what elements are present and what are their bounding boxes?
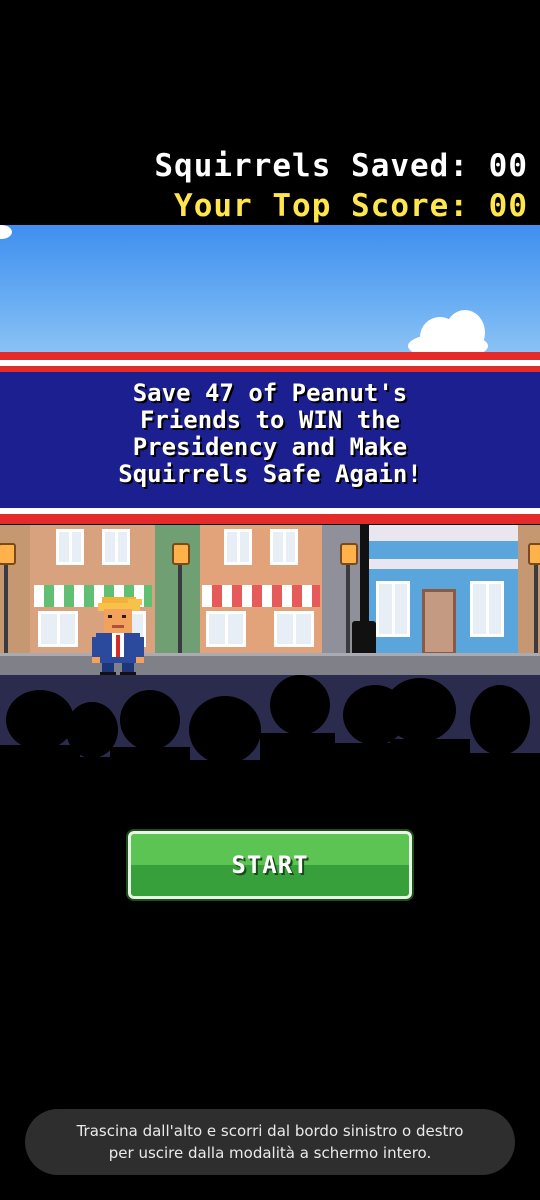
banner-stripe: [0, 514, 540, 524]
top-score-counter: Your Top Score: 00: [174, 188, 528, 224]
mission-text-line: Friends to WIN the: [139, 406, 401, 434]
street-lamp: [178, 555, 182, 655]
sky-background: [0, 225, 540, 359]
lamp-light-icon: [528, 543, 540, 565]
shop-awning: [202, 585, 320, 607]
toast-line: Trascina dall'alto e scorri dal bordo si…: [76, 1122, 464, 1140]
fullscreen-hint-toast: Trascina dall'alto e scorri dal bordo si…: [25, 1109, 515, 1175]
banner-stripe: [0, 352, 540, 360]
street-lamp: [534, 555, 538, 655]
street-lamp: [346, 555, 350, 655]
start-button[interactable]: START: [128, 831, 412, 899]
door: [422, 589, 456, 655]
street-scene: [0, 525, 540, 675]
mission-text-line: Squirrels Safe Again!: [118, 460, 422, 488]
mission-text-line: Save 47 of Peanut's: [132, 379, 408, 407]
mission-banner: Save 47 of Peanut's Friends to WIN the P…: [0, 352, 540, 528]
building: [200, 525, 322, 655]
lamp-light-icon: [340, 543, 358, 565]
player-character: [92, 597, 144, 677]
squirrels-saved-counter: Squirrels Saved: 00: [154, 148, 528, 184]
sidewalk: [0, 653, 540, 675]
street-lamp: [4, 555, 8, 655]
black-pole: [360, 525, 369, 635]
mission-text: Save 47 of Peanut's Friends to WIN the P…: [30, 380, 510, 488]
building: [368, 525, 518, 655]
lamp-light-icon: [172, 543, 190, 565]
mission-text-line: Presidency and Make: [132, 433, 408, 461]
lamp-light-icon: [0, 543, 16, 565]
toast-line: per uscire dalla modalità a schermo inte…: [108, 1144, 432, 1162]
crowd-silhouette: [0, 675, 540, 820]
cloud-icon: [0, 225, 12, 239]
